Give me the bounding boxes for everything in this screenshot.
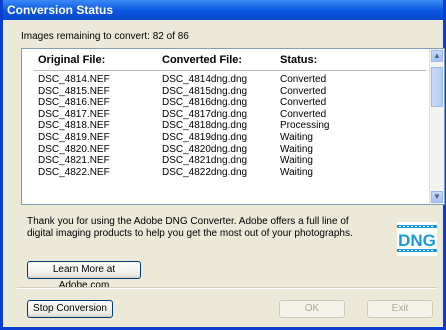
status-cell: Converted bbox=[280, 108, 327, 120]
list-header: Original File: Converted File: Status: bbox=[22, 54, 444, 68]
learn-more-button[interactable]: Learn More at Adobe.com bbox=[27, 261, 141, 291]
table-row[interactable]: DSC_4818.NEF DSC_4818dng.dng Processing bbox=[22, 120, 428, 132]
converted-file-cell: DSC_4819dng.dng bbox=[162, 131, 248, 143]
scroll-thumb[interactable] bbox=[431, 67, 443, 107]
original-file-cell: DSC_4815.NEF bbox=[38, 85, 110, 97]
converted-file-cell: DSC_4814dng.dng bbox=[162, 74, 248, 85]
table-row[interactable]: DSC_4814.NEF DSC_4814dng.dng Converted bbox=[22, 74, 428, 86]
converted-file-cell: DSC_4822dng.dng bbox=[162, 166, 248, 178]
table-row[interactable]: DSC_4817.NEF DSC_4817dng.dng Converted bbox=[22, 109, 428, 121]
header-original-file: Original File: bbox=[38, 54, 106, 66]
converted-file-cell: DSC_4820dng.dng bbox=[162, 143, 248, 155]
table-row[interactable]: DSC_4821.NEF DSC_4821dng.dng Waiting bbox=[22, 155, 428, 167]
header-converted-file: Converted File: bbox=[162, 54, 243, 66]
conversion-status-window: Conversion Status Images remaining to co… bbox=[0, 0, 446, 330]
table-row[interactable]: DSC_4819.NEF DSC_4819dng.dng Waiting bbox=[22, 132, 428, 144]
footer-divider bbox=[17, 287, 437, 289]
title-bar: Conversion Status bbox=[3, 0, 443, 20]
dng-logo-icon: DNG bbox=[397, 222, 437, 256]
scroll-down-icon[interactable]: ▼ bbox=[431, 191, 443, 203]
converted-file-cell: DSC_4818dng.dng bbox=[162, 120, 248, 132]
thank-you-message: Thank you for using the Adobe DNG Conver… bbox=[27, 216, 353, 239]
converted-file-cell: DSC_4816dng.dng bbox=[162, 97, 248, 109]
dng-logo-text: DNG bbox=[398, 231, 436, 250]
stop-conversion-button[interactable]: Stop Conversion bbox=[27, 300, 113, 318]
remaining-count-text: Images remaining to convert: 82 of 86 bbox=[21, 31, 189, 42]
exit-button[interactable]: Exit bbox=[367, 300, 433, 318]
file-rows: DSC_4814.NEF DSC_4814dng.dng Converted DSC_… bbox=[22, 74, 428, 178]
original-file-cell: DSC_4820.NEF bbox=[38, 143, 110, 155]
original-file-cell: DSC_4814.NEF bbox=[38, 74, 110, 85]
header-status: Status: bbox=[280, 54, 318, 66]
table-row[interactable]: DSC_4820.NEF DSC_4820dng.dng Waiting bbox=[22, 144, 428, 156]
original-file-cell: DSC_4818.NEF bbox=[38, 120, 110, 132]
status-cell: Converted bbox=[280, 85, 327, 97]
status-cell: Waiting bbox=[280, 143, 313, 155]
status-cell: Converted bbox=[280, 97, 327, 109]
original-file-cell: DSC_4821.NEF bbox=[38, 155, 110, 167]
status-cell: Processing bbox=[280, 120, 330, 132]
status-cell: Waiting bbox=[280, 166, 313, 178]
original-file-cell: DSC_4817.NEF bbox=[38, 108, 110, 120]
converted-file-cell: DSC_4815dng.dng bbox=[162, 85, 248, 97]
scroll-up-icon[interactable]: ▲ bbox=[431, 50, 443, 62]
converted-file-cell: DSC_4821dng.dng bbox=[162, 155, 248, 167]
vertical-scrollbar[interactable]: ▲ ▼ bbox=[429, 49, 444, 204]
ok-button[interactable]: OK bbox=[279, 300, 345, 318]
header-divider bbox=[34, 70, 426, 71]
file-list[interactable]: Original File: Converted File: Status: D… bbox=[21, 48, 445, 205]
table-row[interactable]: DSC_4822.NEF DSC_4822dng.dng Waiting bbox=[22, 167, 428, 179]
status-cell: Waiting bbox=[280, 155, 313, 167]
status-cell: Converted bbox=[280, 74, 327, 85]
table-row[interactable]: DSC_4815.NEF DSC_4815dng.dng Converted bbox=[22, 86, 428, 98]
converted-file-cell: DSC_4817dng.dng bbox=[162, 108, 248, 120]
original-file-cell: DSC_4816.NEF bbox=[38, 97, 110, 109]
original-file-cell: DSC_4822.NEF bbox=[38, 166, 110, 178]
status-cell: Waiting bbox=[280, 131, 313, 143]
original-file-cell: DSC_4819.NEF bbox=[38, 131, 110, 143]
table-row[interactable]: DSC_4816.NEF DSC_4816dng.dng Converted bbox=[22, 97, 428, 109]
